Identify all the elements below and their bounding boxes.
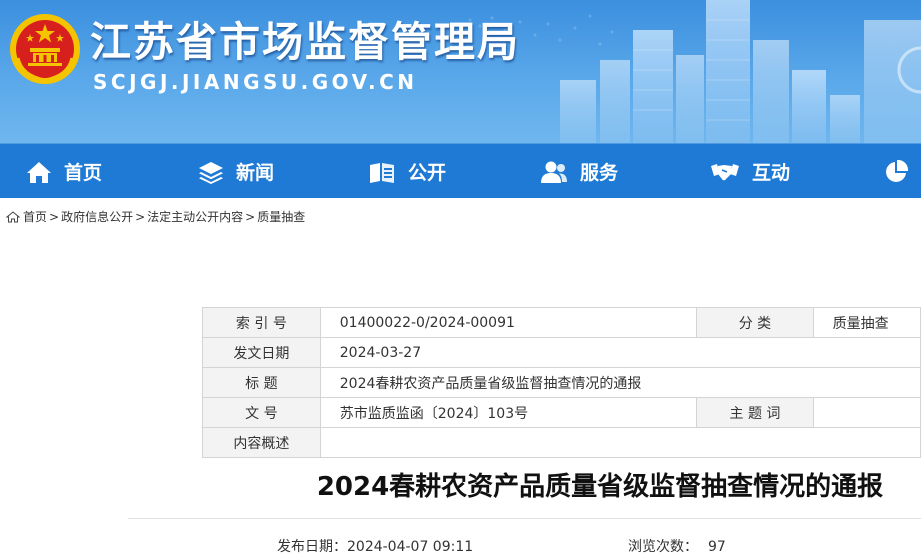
breadcrumb-separator: > bbox=[245, 209, 256, 224]
date-value: 2024-03-27 bbox=[319, 337, 921, 368]
users-icon bbox=[541, 161, 567, 183]
nav-label-news: 新闻 bbox=[236, 162, 275, 184]
pie-chart-icon bbox=[886, 159, 908, 182]
view-count-value: 97 bbox=[708, 539, 726, 555]
table-row: 文 号 苏市监质监函〔2024〕103号 主 题 词 bbox=[202, 397, 921, 428]
article-title: 2024春耕农资产品质量省级监督抽查情况的通报 bbox=[316, 472, 884, 502]
nav-label-interaction: 互动 bbox=[752, 162, 791, 184]
home-icon bbox=[27, 161, 51, 183]
breadcrumb-link-home[interactable]: 首页 bbox=[23, 208, 47, 225]
breadcrumb-link-quality[interactable]: 质量抽查 bbox=[257, 208, 305, 225]
national-emblem-logo[interactable] bbox=[8, 12, 82, 86]
nav-item-service[interactable]: 服务 bbox=[540, 144, 618, 199]
subject-label: 主 题 词 bbox=[696, 397, 814, 428]
handshake-icon bbox=[711, 163, 739, 180]
table-row: 索 引 号 01400022-0/2024-00091 分 类 质量抽查 bbox=[202, 307, 921, 338]
breadcrumb-link-statutory[interactable]: 法定主动公开内容 bbox=[147, 208, 243, 225]
table-row: 内容概述 bbox=[202, 427, 921, 458]
breadcrumb-separator: > bbox=[49, 209, 60, 224]
publish-date-info: 发布日期：2024-04-07 09:11 bbox=[277, 536, 473, 556]
nav-item-home[interactable]: 首页 bbox=[26, 144, 102, 199]
summary-value bbox=[319, 427, 921, 458]
category-value: 质量抽查 bbox=[812, 307, 921, 338]
open-book-icon bbox=[370, 162, 394, 183]
layers-icon bbox=[199, 161, 223, 184]
category-label: 分 类 bbox=[696, 307, 814, 338]
view-count-label: 浏览次数： bbox=[628, 539, 698, 555]
subject-value bbox=[812, 397, 921, 428]
site-url: SCJGJ.JIANGSU.GOV.CN bbox=[93, 70, 418, 94]
index-value: 01400022-0/2024-00091 bbox=[319, 307, 698, 338]
publish-date-label: 发布日期： bbox=[277, 539, 347, 555]
divider bbox=[128, 518, 921, 519]
site-title: 江苏省市场监督管理局 bbox=[90, 18, 520, 66]
site-header: 江苏省市场监督管理局 SCJGJ.JIANGSU.GOV.CN bbox=[0, 0, 921, 143]
view-count-info: 浏览次数： 97 bbox=[628, 536, 726, 556]
breadcrumb: 首页 > 政府信息公开 > 法定主动公开内容 > 质量抽查 bbox=[6, 208, 305, 225]
index-label: 索 引 号 bbox=[202, 307, 321, 338]
nav-label-service: 服务 bbox=[580, 162, 619, 184]
docno-value: 苏市监质监函〔2024〕103号 bbox=[319, 397, 698, 428]
breadcrumb-link-gov-info[interactable]: 政府信息公开 bbox=[61, 208, 133, 225]
home-icon bbox=[6, 210, 20, 222]
nav-label-home: 首页 bbox=[64, 162, 103, 184]
breadcrumb-home[interactable]: 首页 bbox=[6, 208, 47, 225]
docno-label: 文 号 bbox=[202, 397, 321, 428]
document-meta-table: 索 引 号 01400022-0/2024-00091 分 类 质量抽查 发文日… bbox=[202, 307, 921, 458]
nav-label-open: 公开 bbox=[408, 162, 447, 184]
table-row: 标 题 2024春耕农资产品质量省级监督抽查情况的通报 bbox=[202, 367, 921, 398]
date-label: 发文日期 bbox=[202, 337, 321, 368]
nav-item-interaction[interactable]: 互动 bbox=[710, 144, 790, 199]
publish-date-value: 2024-04-07 09:11 bbox=[347, 539, 474, 555]
nav-item-news[interactable]: 新闻 bbox=[198, 144, 274, 199]
summary-label: 内容概述 bbox=[202, 427, 321, 458]
nav-item-data[interactable] bbox=[884, 144, 920, 199]
table-row: 发文日期 2024-03-27 bbox=[202, 337, 921, 368]
title-value: 2024春耕农资产品质量省级监督抽查情况的通报 bbox=[319, 367, 921, 398]
main-navigation: 首页 新闻 公开 服务 互动 bbox=[0, 143, 921, 198]
nav-item-open[interactable]: 公开 bbox=[368, 144, 446, 199]
title-label: 标 题 bbox=[202, 367, 321, 398]
breadcrumb-separator: > bbox=[135, 209, 146, 224]
